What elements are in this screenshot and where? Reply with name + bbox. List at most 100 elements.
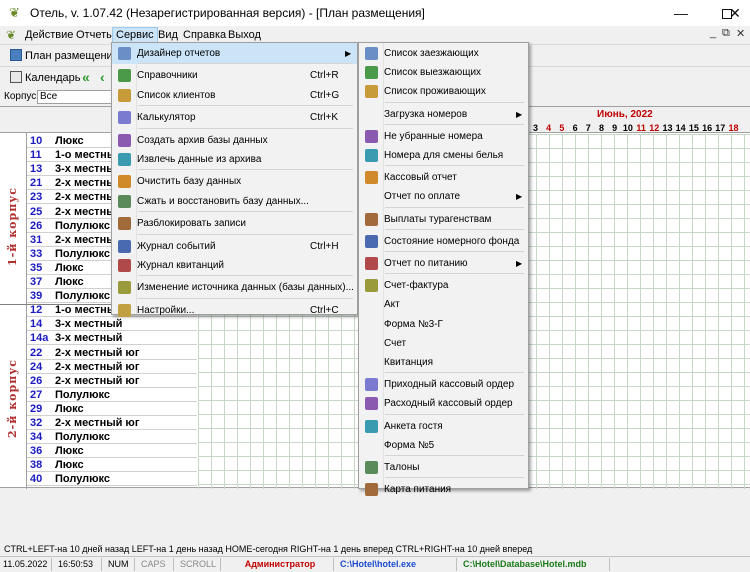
reports-submenu-item-label: Выплаты турагенствам	[384, 213, 492, 225]
cash-out-icon	[365, 397, 378, 411]
reports-submenu-item[interactable]: Отчет по питанию ▶	[359, 253, 528, 274]
reports-submenu-item[interactable]: Список выезжающих	[359, 62, 528, 83]
menu-separator	[385, 372, 524, 374]
service-menu: Дизайнер отчетов ▶ Справочники Ctrl+R Список…	[111, 42, 358, 317]
archive-extract-icon	[118, 153, 131, 166]
service-menu-item[interactable]: Извлечь данные из архива	[112, 149, 357, 170]
reports-submenu-item[interactable]: Загрузка номеров ▶	[359, 104, 528, 125]
service-menu-item[interactable]: Изменение источника данных (базы данных)…	[112, 277, 357, 298]
reports-submenu-item[interactable]: Состояние номерного фонда	[359, 231, 528, 252]
reports-submenu-item[interactable]: Счет-фактура	[359, 275, 528, 296]
menu-view[interactable]: Вид	[155, 27, 181, 43]
title-bar: ❦ Отель, v. 1.07.42 (Незарегистрированна…	[0, 0, 750, 26]
mdi-close-icon[interactable]: ✕	[736, 27, 745, 40]
mdi-minimize-icon[interactable]: _	[710, 27, 716, 39]
room-row[interactable]: 26 2-х местный юг	[27, 374, 197, 388]
reports-submenu-item-label: Анкета гостя	[384, 420, 443, 432]
room-type: Люкс	[55, 261, 84, 274]
room-type: Полулюкс	[55, 388, 111, 401]
calendar-button[interactable]: Календарь	[10, 70, 81, 86]
service-menu-item[interactable]: Дизайнер отчетов ▶	[112, 43, 357, 64]
day-header: 6	[572, 123, 578, 133]
menu-service[interactable]: Сервис	[112, 27, 158, 43]
agency-payments-icon	[365, 212, 378, 226]
room-row[interactable]: 22 2-х местный юг	[27, 346, 197, 360]
plan-button[interactable]: План размещения	[10, 48, 119, 64]
service-menu-item[interactable]: Сжать и восстановить базу данных...	[112, 191, 357, 212]
clock-icon	[118, 239, 131, 253]
reports-submenu-item[interactable]: Квитанция	[359, 352, 528, 373]
day-header: 16	[702, 123, 713, 133]
reports-submenu-item[interactable]: Приходный кассовый ордер	[359, 374, 528, 395]
service-menu-item[interactable]: Создать архив базы данных	[112, 130, 357, 151]
minimize-icon[interactable]: —	[658, 0, 704, 26]
service-menu-item[interactable]: Список клиентов Ctrl+G	[112, 85, 357, 106]
reports-submenu-item[interactable]: Отчет по оплате ▶	[359, 186, 528, 207]
service-menu-item[interactable]: Журнал событий Ctrl+H	[112, 236, 357, 257]
room-row[interactable]: 14a 3-х местный	[27, 331, 197, 346]
mdi-restore-icon[interactable]: ⧉	[722, 27, 730, 40]
reports-submenu-item[interactable]: Талоны	[359, 457, 528, 478]
room-type: 2-х местный юг	[55, 346, 140, 359]
reports-submenu-item[interactable]: Акт	[359, 294, 528, 315]
menu-separator	[385, 123, 524, 125]
reports-submenu-item[interactable]: Расходный кассовый ордер	[359, 393, 528, 414]
room-row[interactable]: 40 Полулюкс	[27, 472, 197, 487]
service-menu-item[interactable]: Очистить базу данных	[112, 171, 357, 192]
reports-submenu-item[interactable]: Список проживающих	[359, 81, 528, 102]
reports-submenu-item-label: Кассовый отчет	[384, 172, 457, 184]
korpus-select[interactable]: Все	[37, 90, 117, 104]
reports-submenu-item[interactable]: Кассовый отчет	[359, 167, 528, 188]
close-icon[interactable]: ✕	[712, 0, 750, 26]
service-menu-item-label: Дизайнер отчетов	[137, 48, 221, 59]
reports-submenu-item[interactable]: Не убранные номера	[359, 126, 528, 147]
reports-submenu-item-label: Талоны	[384, 462, 420, 473]
room-row[interactable]: 34 Полулюкс	[27, 430, 197, 445]
reports-submenu-item[interactable]: Анкета гостя	[359, 416, 528, 437]
room-row[interactable]: 24 2-х местный юг	[27, 360, 197, 374]
room-number: 34	[30, 431, 43, 444]
status-date: 11.05.2022	[0, 558, 52, 571]
reports-submenu-item[interactable]: Счет	[359, 333, 528, 354]
reports-submenu-item[interactable]: Форма №3-Г	[359, 314, 528, 335]
room-type: Люкс	[55, 276, 84, 288]
back-1-day-icon[interactable]: ‹	[100, 69, 105, 85]
calculator-icon	[118, 111, 131, 125]
room-number: 11	[30, 149, 42, 162]
day-header: 8	[598, 123, 604, 133]
menu-separator	[138, 233, 353, 235]
menu-help[interactable]: Справка	[180, 27, 229, 43]
room-row[interactable]: 36 Люкс	[27, 444, 197, 459]
cash-in-icon	[365, 378, 378, 392]
service-menu-item[interactable]: Разблокировать записи	[112, 213, 357, 234]
day-header: 4	[546, 123, 552, 133]
reports-submenu-item[interactable]: Список заезжающих	[359, 43, 528, 64]
menu-separator	[385, 455, 524, 456]
room-row[interactable]: 29 Люкс	[27, 402, 197, 416]
room-number: 25	[30, 205, 43, 218]
menu-action[interactable]: Действие	[22, 27, 76, 43]
service-menu-item[interactable]: Настройки... Ctrl+C	[112, 300, 357, 321]
menu-reports[interactable]: Отчеты	[73, 27, 117, 43]
reports-submenu-item[interactable]: Карта питания	[359, 479, 528, 500]
room-type: Полулюкс	[55, 247, 111, 260]
service-menu-item-label: Изменение источника данных (базы данных)…	[137, 282, 354, 294]
room-row[interactable]: 32 2-х местный юг	[27, 416, 197, 430]
departures-icon	[365, 66, 378, 80]
room-row[interactable]: 27 Полулюкс	[27, 388, 197, 402]
shortcut-label: Ctrl+G	[310, 89, 340, 101]
reports-submenu-item-label: Счет-фактура	[384, 280, 449, 292]
room-row[interactable]: 38 Люкс	[27, 458, 197, 473]
menu-separator	[385, 413, 524, 415]
service-menu-item[interactable]: Калькулятор Ctrl+K	[112, 107, 357, 128]
reports-submenu-item[interactable]: Форма №5	[359, 435, 528, 456]
menu-exit[interactable]: Выход	[225, 27, 264, 43]
shortcut-label: Ctrl+K	[310, 112, 339, 124]
reports-submenu-item[interactable]: Номера для смены белья	[359, 145, 528, 166]
reports-submenu-item[interactable]: Выплаты турагенствам	[359, 209, 528, 230]
service-menu-item[interactable]: Справочники Ctrl+R	[112, 65, 357, 86]
room-number: 33	[30, 247, 43, 260]
back-10-days-icon[interactable]: «	[82, 69, 90, 85]
day-header: 17	[715, 123, 726, 133]
service-menu-item[interactable]: Журнал квитанций	[112, 255, 357, 276]
